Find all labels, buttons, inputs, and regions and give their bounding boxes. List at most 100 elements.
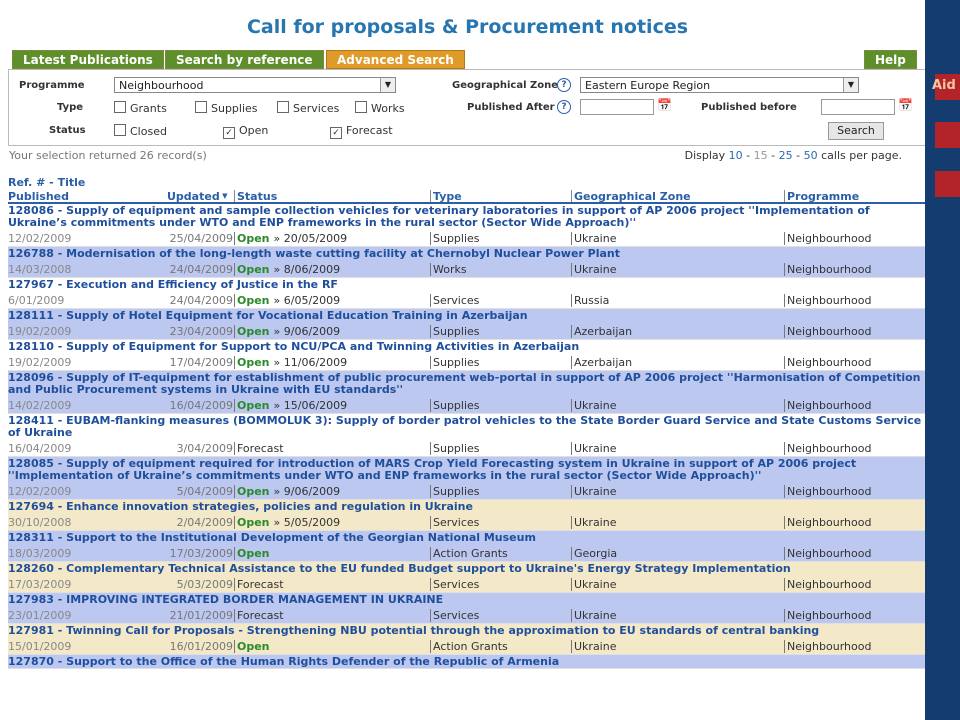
type-works-checkbox[interactable]: Works [355, 101, 405, 115]
row-status: Open [234, 547, 270, 560]
table-row[interactable]: 128411 - EUBAM-flanking measures (BOMMOL… [8, 414, 930, 457]
page-size-selector: Display 10 - 15 - 25 - 50 calls per page… [685, 149, 902, 162]
page-size-50[interactable]: 50 [804, 149, 818, 162]
row-deadline: » 9/06/2009 [273, 325, 341, 338]
table-row[interactable]: 127870 - Support to the Office of the Hu… [8, 655, 930, 669]
programme-select[interactable]: Neighbourhood ▼ [114, 77, 396, 93]
row-title-link[interactable]: 128411 - EUBAM-flanking measures (BOMMOL… [8, 414, 930, 439]
status-open-checkbox[interactable]: ✓ Open [223, 124, 268, 139]
search-button[interactable]: Search [828, 122, 884, 140]
table-row[interactable]: 128085 - Supply of equipment required fo… [8, 457, 930, 500]
type-grants-checkbox[interactable]: Grants [114, 101, 167, 115]
row-title-link[interactable]: 127870 - Support to the Office of the Hu… [8, 655, 930, 668]
row-title-link[interactable]: 126788 - Modernisation of the long-lengt… [8, 247, 930, 260]
col-geo-zone[interactable]: Geographical Zone [574, 190, 691, 203]
row-title-link[interactable]: 127694 - Enhance innovation strategies, … [8, 500, 930, 513]
row-published: 19/02/2009 [8, 325, 72, 338]
row-title-link[interactable]: 128260 - Complementary Technical Assista… [8, 562, 930, 575]
row-updated: 24/04/2009 [169, 294, 233, 307]
row-title-link[interactable]: 128085 - Supply of equipment required fo… [8, 457, 930, 482]
row-title-link[interactable]: 128111 - Supply of Hotel Equipment for V… [8, 309, 930, 322]
page-size-25[interactable]: 25 [779, 149, 793, 162]
column-divider [234, 190, 235, 202]
row-programme: Neighbourhood [784, 578, 871, 591]
results-table-body: 128086 - Supply of equipment and sample … [8, 204, 930, 669]
row-programme: Neighbourhood [784, 325, 871, 338]
separator: - [771, 149, 776, 162]
row-title-link[interactable]: 127983 - IMPROVING INTEGRATED BORDER MAN… [8, 593, 930, 606]
row-title-link[interactable]: 128110 - Supply of Equipment for Support… [8, 340, 930, 353]
geo-zone-value: Eastern Europe Region [585, 79, 711, 92]
page-size-10[interactable]: 10 [729, 149, 743, 162]
row-programme: Neighbourhood [784, 640, 871, 653]
tab-help[interactable]: Help [864, 50, 917, 69]
row-title-link[interactable]: 128086 - Supply of equipment and sample … [8, 204, 930, 229]
type-services-checkbox[interactable]: Services [277, 101, 339, 115]
geo-zone-select[interactable]: Eastern Europe Region ▼ [580, 77, 859, 93]
table-row[interactable]: 128111 - Supply of Hotel Equipment for V… [8, 309, 930, 340]
row-status-value: Open [237, 485, 270, 498]
row-title-link[interactable]: 127967 - Execution and Efficiency of Jus… [8, 278, 930, 291]
type-supplies-checkbox[interactable]: Supplies [195, 101, 258, 115]
geo-zone-label: Geographical Zone [452, 80, 559, 91]
table-row[interactable]: 128311 - Support to the Institutional De… [8, 531, 930, 562]
row-title-link[interactable]: 128096 - Supply of IT-equipment for esta… [8, 371, 930, 396]
row-type: Supplies [430, 442, 480, 455]
page-size-15: 15 [753, 149, 768, 162]
row-status: Open» 11/06/2009 [234, 356, 347, 369]
table-row[interactable]: 128096 - Supply of IT-equipment for esta… [8, 371, 930, 414]
row-title-link[interactable]: 128311 - Support to the Institutional De… [8, 531, 930, 544]
table-row[interactable]: 128086 - Supply of equipment and sample … [8, 204, 930, 247]
sort-desc-icon: ▼ [219, 192, 228, 200]
table-row[interactable]: 128110 - Supply of Equipment for Support… [8, 340, 930, 371]
col-ref-title[interactable]: Ref. # - Title [8, 176, 85, 189]
tab-advanced-search[interactable]: Advanced Search [326, 50, 465, 69]
row-published: 23/01/2009 [8, 609, 72, 622]
row-meta: 16/04/2009 3/04/2009 Forecast Supplies Ukrai… [8, 439, 930, 456]
calendar-icon[interactable]: 📅 [898, 98, 913, 112]
checkbox-box [195, 101, 207, 113]
status-label: Status [49, 125, 86, 136]
row-geo-zone: Ukraine [571, 578, 616, 591]
col-programme[interactable]: Programme [787, 190, 859, 203]
row-status-value: Open [237, 640, 270, 653]
row-updated: 25/04/2009 [169, 232, 233, 245]
checkbox-box [114, 101, 126, 113]
table-row[interactable]: 127967 - Execution and Efficiency of Jus… [8, 278, 930, 309]
table-row[interactable]: 127981 - Twinning Call for Proposals - S… [8, 624, 930, 655]
col-type[interactable]: Type [433, 190, 462, 203]
col-published[interactable]: Published [8, 190, 69, 203]
row-programme: Neighbourhood [784, 294, 871, 307]
table-row[interactable]: 128260 - Complementary Technical Assista… [8, 562, 930, 593]
table-row[interactable]: 127694 - Enhance innovation strategies, … [8, 500, 930, 531]
row-title-link[interactable]: 127981 - Twinning Call for Proposals - S… [8, 624, 930, 637]
row-updated: 5/04/2009 [176, 485, 233, 498]
row-meta: 12/02/2009 5/04/2009 Open» 9/06/2009 Suppli… [8, 482, 930, 499]
checkbox-box [277, 101, 289, 113]
row-meta: 14/03/2008 24/04/2009 Open» 8/06/2009 Works… [8, 260, 930, 277]
col-updated[interactable]: Updated ▼ [167, 190, 228, 203]
status-forecast-checkbox[interactable]: ✓ Forecast [330, 124, 393, 139]
row-geo-zone: Ukraine [571, 442, 616, 455]
published-before-input[interactable] [821, 99, 895, 115]
tab-search-by-reference[interactable]: Search by reference [165, 50, 324, 69]
published-after-input[interactable] [580, 99, 654, 115]
status-closed-checkbox[interactable]: Closed [114, 124, 167, 138]
row-deadline: » 20/05/2009 [273, 232, 348, 245]
calendar-icon[interactable]: 📅 [657, 98, 672, 112]
table-row[interactable]: 126788 - Modernisation of the long-lengt… [8, 247, 930, 278]
col-status[interactable]: Status [237, 190, 277, 203]
table-row[interactable]: 127983 - IMPROVING INTEGRATED BORDER MAN… [8, 593, 930, 624]
help-icon[interactable]: ? [557, 100, 571, 114]
separator: - [746, 149, 751, 162]
row-type: Supplies [430, 485, 480, 498]
tab-latest-publications[interactable]: Latest Publications [12, 50, 164, 69]
row-meta: 6/01/2009 24/04/2009 Open» 6/05/2009 Servic… [8, 291, 930, 308]
help-icon[interactable]: ? [557, 78, 571, 92]
row-status: Open» 20/05/2009 [234, 232, 347, 245]
row-published: 14/02/2009 [8, 399, 72, 412]
row-updated: 16/04/2009 [169, 399, 233, 412]
row-geo-zone: Azerbaijan [571, 325, 632, 338]
col-updated-label: Updated [167, 190, 220, 203]
row-published: 14/03/2008 [8, 263, 72, 276]
